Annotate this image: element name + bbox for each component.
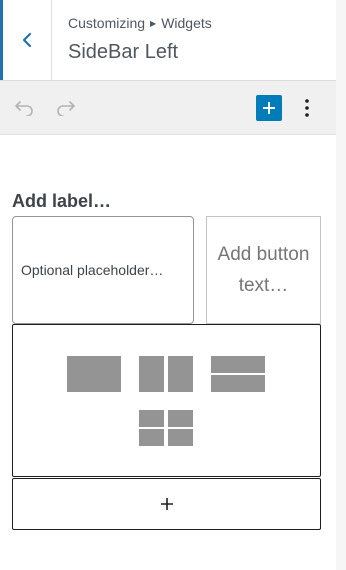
layout-cell	[139, 410, 164, 427]
editor-toolbar	[0, 81, 346, 135]
layout-cell	[139, 429, 164, 446]
grid-layout-option[interactable]	[139, 410, 193, 446]
layout-cell	[168, 429, 193, 446]
breadcrumb-widgets: Widgets	[161, 15, 212, 31]
plus-icon	[160, 498, 173, 510]
breadcrumb-separator-icon: ▶	[150, 19, 157, 28]
layout-cell	[67, 356, 121, 392]
search-button[interactable]: Add button text…	[206, 216, 321, 324]
one-column-layout-option[interactable]	[67, 356, 121, 392]
layout-cell	[168, 356, 193, 392]
search-label[interactable]: Add label…	[12, 191, 111, 212]
search-button-text: Add button text…	[217, 244, 310, 296]
layout-cell	[211, 356, 265, 373]
undo-icon	[15, 101, 33, 116]
more-vertical-icon	[305, 99, 309, 117]
add-block-button[interactable]	[12, 478, 321, 530]
layout-cell	[139, 356, 164, 392]
scrollbar[interactable]	[336, 0, 346, 570]
customizer-header: Customizing ▶ Widgets SideBar Left	[0, 0, 346, 81]
breadcrumb-customizing: Customizing	[68, 15, 146, 31]
chevron-left-icon	[22, 32, 32, 48]
layout-cell	[168, 410, 193, 427]
redo-icon	[57, 101, 75, 116]
block-inserter-button[interactable]	[256, 95, 282, 121]
undo-button[interactable]	[11, 94, 39, 122]
options-button[interactable]	[294, 94, 320, 122]
plus-icon	[263, 102, 275, 114]
breadcrumb: Customizing ▶ Widgets	[68, 15, 212, 31]
two-row-layout-option[interactable]	[211, 356, 265, 392]
layout-placeholder	[12, 324, 321, 477]
search-input[interactable]	[12, 216, 194, 324]
page-title: SideBar Left	[68, 41, 179, 63]
back-button[interactable]	[0, 0, 52, 80]
two-column-layout-option[interactable]	[139, 356, 193, 392]
layout-cell	[211, 375, 265, 392]
redo-button[interactable]	[51, 94, 79, 122]
